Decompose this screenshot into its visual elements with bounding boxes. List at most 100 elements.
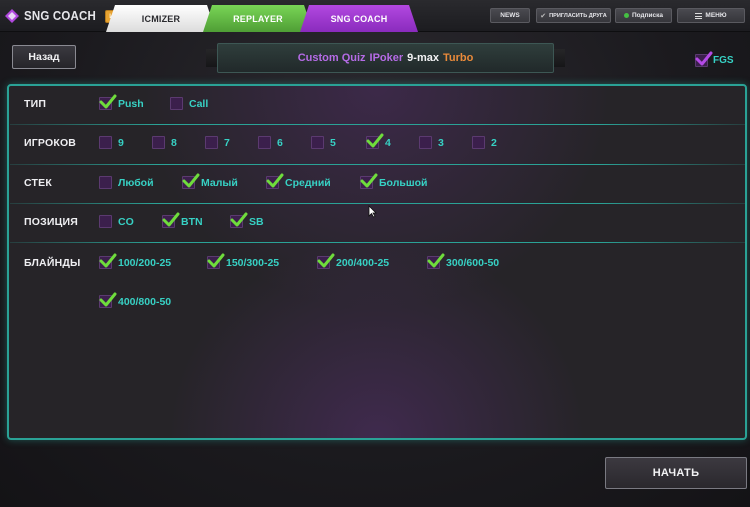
option-checkbox[interactable] bbox=[258, 136, 271, 149]
filter-option[interactable]: 300/600-50 bbox=[427, 253, 500, 269]
checkmark-icon bbox=[230, 212, 248, 227]
option-checkbox[interactable] bbox=[205, 136, 218, 149]
option-label: 300/600-50 bbox=[446, 256, 500, 269]
checkmark-icon bbox=[266, 173, 284, 188]
row-divider bbox=[10, 242, 746, 243]
subscription-button[interactable]: Подписка bbox=[615, 8, 672, 23]
filter-option[interactable]: 4 bbox=[366, 133, 391, 149]
option-checkbox[interactable] bbox=[317, 253, 335, 269]
option-checkbox[interactable] bbox=[170, 97, 183, 110]
filter-row-label: ТИП bbox=[24, 98, 47, 110]
filter-option[interactable]: Push bbox=[99, 94, 144, 110]
hamburger-icon bbox=[695, 12, 703, 19]
subscription-label: Подписка bbox=[631, 12, 664, 19]
row-divider bbox=[10, 124, 746, 125]
option-checkbox[interactable] bbox=[99, 136, 112, 149]
filter-row-label: БЛАЙНДЫ bbox=[24, 257, 81, 269]
fgs-toggle[interactable]: FGS bbox=[695, 51, 734, 67]
row-divider bbox=[10, 164, 746, 165]
filter-row-label: СТЕК bbox=[24, 177, 52, 189]
option-checkbox[interactable] bbox=[207, 253, 225, 269]
filter-option[interactable]: BTN bbox=[162, 212, 203, 228]
check-icon: ✔ bbox=[540, 12, 547, 20]
quiz-title-room: IPoker bbox=[369, 52, 404, 64]
tab-icmizer[interactable]: ICMIZER bbox=[106, 5, 216, 32]
checkmark-icon bbox=[99, 94, 117, 109]
option-label: 200/400-25 bbox=[336, 256, 390, 269]
fgs-label: FGS bbox=[713, 55, 734, 66]
option-checkbox[interactable] bbox=[366, 133, 384, 149]
start-button[interactable]: НАЧАТЬ bbox=[605, 457, 747, 489]
option-label: Малый bbox=[201, 176, 238, 189]
option-checkbox[interactable] bbox=[99, 253, 117, 269]
filter-option[interactable]: SB bbox=[230, 212, 264, 228]
option-checkbox[interactable] bbox=[311, 136, 324, 149]
option-label: CO bbox=[118, 215, 134, 228]
option-checkbox[interactable] bbox=[360, 173, 378, 189]
filter-option[interactable]: Средний bbox=[266, 173, 331, 189]
logo-text: SNG COACH bbox=[24, 9, 96, 23]
checkmark-icon bbox=[182, 173, 200, 188]
option-label: Push bbox=[118, 97, 144, 110]
option-checkbox[interactable] bbox=[99, 94, 117, 110]
filter-option[interactable]: 5 bbox=[311, 136, 336, 149]
quiz-title-name: Custom Quiz bbox=[297, 52, 366, 64]
option-label: 3 bbox=[438, 136, 444, 149]
fgs-checkbox[interactable] bbox=[695, 51, 713, 67]
option-checkbox[interactable] bbox=[99, 292, 117, 308]
option-label: 7 bbox=[224, 136, 230, 149]
option-checkbox[interactable] bbox=[419, 136, 432, 149]
option-label: Средний bbox=[285, 176, 331, 189]
checkmark-icon bbox=[99, 253, 117, 268]
option-checkbox[interactable] bbox=[152, 136, 165, 149]
back-button[interactable]: Назад bbox=[12, 45, 76, 69]
filter-option[interactable]: CO bbox=[99, 215, 134, 228]
logo-icon bbox=[4, 8, 20, 24]
filter-row-label: ИГРОКОВ bbox=[24, 137, 77, 149]
news-button-label: NEWS bbox=[500, 12, 520, 19]
checkmark-icon bbox=[366, 133, 384, 148]
filter-option[interactable]: Любой bbox=[99, 176, 154, 189]
filter-option[interactable]: Большой bbox=[360, 173, 427, 189]
option-checkbox[interactable] bbox=[230, 212, 248, 228]
menu-button[interactable]: МЕНЮ bbox=[677, 8, 745, 23]
filter-option[interactable]: 8 bbox=[152, 136, 177, 149]
option-label: 150/300-25 bbox=[226, 256, 280, 269]
option-checkbox[interactable] bbox=[182, 173, 200, 189]
checkmark-icon bbox=[207, 253, 225, 268]
option-checkbox[interactable] bbox=[427, 253, 445, 269]
option-checkbox[interactable] bbox=[99, 215, 112, 228]
tab-replayer[interactable]: REPLAYER bbox=[203, 5, 313, 32]
filter-option[interactable]: 200/400-25 bbox=[317, 253, 390, 269]
tab-sng-coach[interactable]: SNG COACH bbox=[300, 5, 418, 32]
filter-option[interactable]: 2 bbox=[472, 136, 497, 149]
news-button[interactable]: NEWS bbox=[490, 8, 530, 23]
filter-option[interactable]: 100/200-25 bbox=[99, 253, 171, 269]
tab-replayer-label: REPLAYER bbox=[233, 13, 283, 24]
filter-option[interactable]: 150/300-25 bbox=[207, 253, 280, 269]
checkmark-icon bbox=[695, 51, 713, 66]
filter-option[interactable]: 9 bbox=[99, 136, 124, 149]
option-label: SB bbox=[249, 215, 264, 228]
quiz-title: Custom Quiz IPoker 9-max Turbo bbox=[217, 43, 554, 73]
option-checkbox[interactable] bbox=[99, 176, 112, 189]
quiz-title-speed: Turbo bbox=[442, 52, 474, 64]
option-checkbox[interactable] bbox=[162, 212, 180, 228]
invite-friend-button[interactable]: ✔ ПРИГЛАСИТЬ ДРУГА bbox=[536, 8, 611, 23]
checkmark-icon bbox=[162, 212, 180, 227]
option-label: BTN bbox=[181, 215, 203, 228]
option-label: 5 bbox=[330, 136, 336, 149]
top-bar: SNG COACH ИТНО ICMIZER REPLAYER SNG COAC… bbox=[0, 0, 750, 32]
filter-option[interactable]: 400/800-50 bbox=[99, 292, 171, 308]
filter-option[interactable]: Малый bbox=[182, 173, 238, 189]
filter-option[interactable]: 6 bbox=[258, 136, 283, 149]
tab-sng-coach-label: SNG COACH bbox=[330, 13, 388, 24]
option-checkbox[interactable] bbox=[472, 136, 485, 149]
option-label: 8 bbox=[171, 136, 177, 149]
tab-icmizer-label: ICMIZER bbox=[141, 13, 181, 24]
filter-option[interactable]: 7 bbox=[205, 136, 230, 149]
filter-option[interactable]: 3 bbox=[419, 136, 444, 149]
option-checkbox[interactable] bbox=[266, 173, 284, 189]
invite-friend-label: ПРИГЛАСИТЬ ДРУГА bbox=[549, 12, 607, 19]
filter-option[interactable]: Call bbox=[170, 97, 208, 110]
